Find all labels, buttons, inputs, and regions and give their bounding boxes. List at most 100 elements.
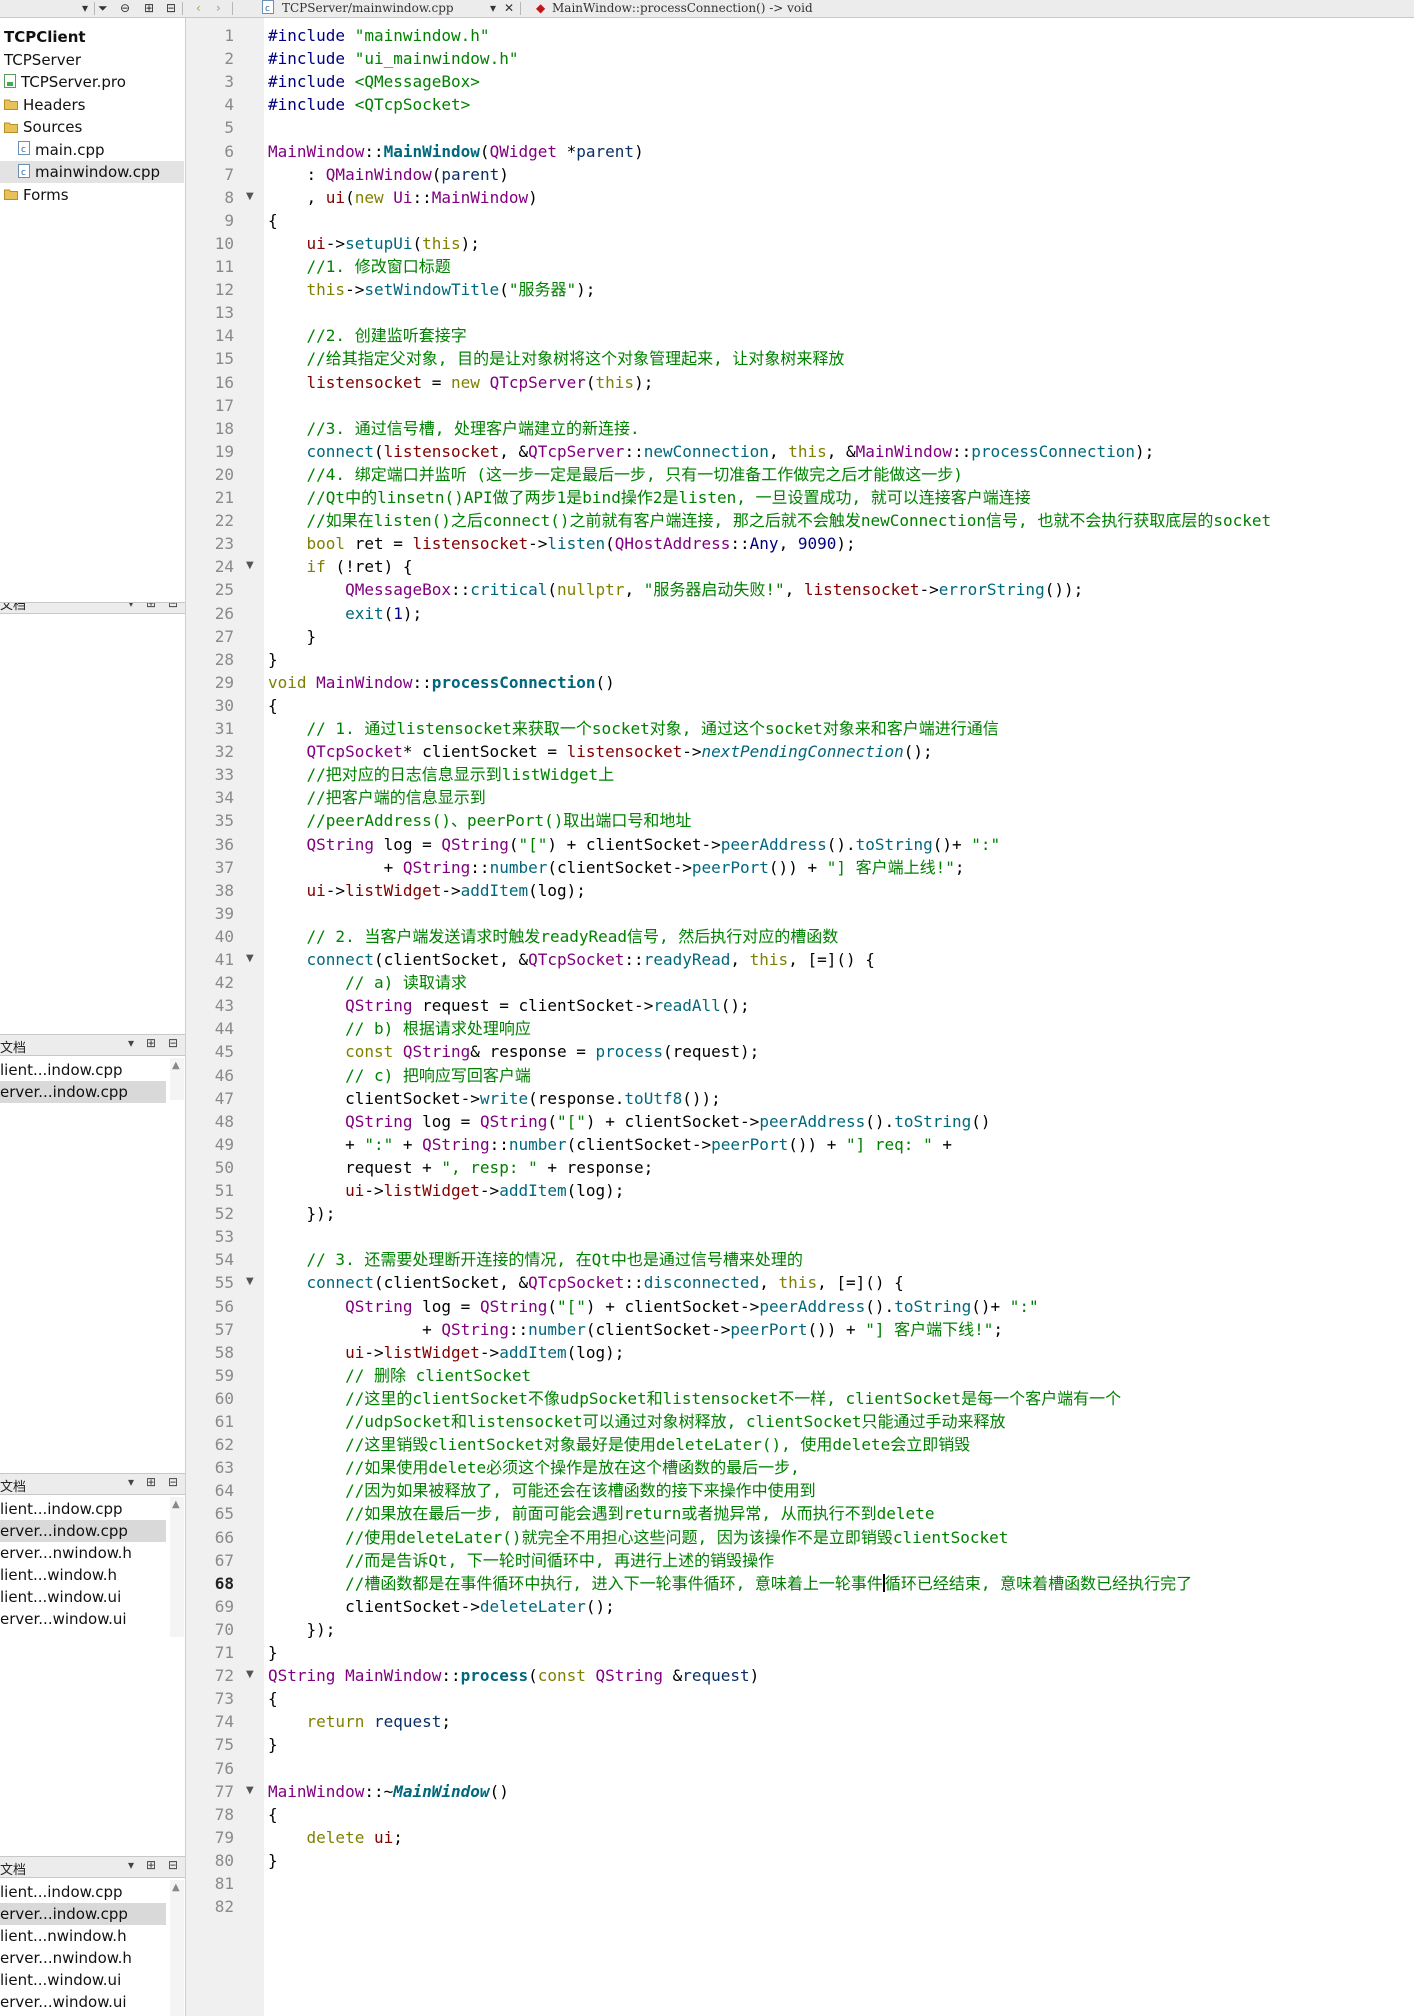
code-line[interactable]: //Qt中的linsetn()API做了两步1是bind操作2是listen, … [268, 486, 1031, 509]
code-line[interactable]: ui->listWidget->addItem(log); [268, 1341, 624, 1364]
fold-arrow-icon[interactable]: ▼ [246, 560, 254, 571]
fold-arrow-icon[interactable]: ▼ [246, 1276, 254, 1287]
code-line[interactable]: //1. 修改窗口标题 [268, 255, 451, 278]
tree-item[interactable]: c main.cpp [18, 139, 105, 161]
code-line[interactable]: QString request = clientSocket->readAll(… [268, 994, 750, 1017]
back-icon[interactable]: ‹ [196, 0, 201, 17]
scroll-up-icon[interactable]: ▲ [172, 1499, 180, 1510]
code-line[interactable]: MainWindow::~MainWindow() [268, 1780, 509, 1803]
code-line[interactable]: #include <QMessageBox> [268, 70, 480, 93]
open-document-item[interactable]: lient...indow.cpp [0, 1881, 166, 1903]
fold-arrow-icon[interactable]: ▼ [246, 1669, 254, 1680]
scrollbar[interactable] [170, 1880, 184, 2016]
code-line[interactable]: listensocket = new QTcpServer(this); [268, 371, 654, 394]
dropdown-arrow-icon[interactable]: ▾ [82, 0, 88, 17]
code-line[interactable]: { [268, 209, 278, 232]
code-line[interactable]: clientSocket->deleteLater(); [268, 1595, 615, 1618]
link-icon[interactable]: ⊖ [120, 0, 130, 17]
code-line[interactable]: //如果使用delete必须这个操作是放在这个槽函数的最后一步, [268, 1456, 800, 1479]
code-line[interactable]: } [268, 1849, 278, 1872]
tree-item[interactable]: Sources [4, 116, 82, 138]
code-line[interactable]: // a) 读取请求 [268, 971, 467, 994]
code-line[interactable]: //给其指定父对象, 目的是让对象树将这个对象管理起来, 让对象树来释放 [268, 347, 845, 370]
current-file-path[interactable]: TCPServer/mainwindow.cpp [282, 0, 454, 17]
code-line[interactable]: #include <QTcpSocket> [268, 93, 470, 116]
open-document-item[interactable]: lient...nwindow.h [0, 1925, 166, 1947]
split-icon[interactable]: ⊞ [146, 1475, 156, 1489]
fold-arrow-icon[interactable]: ▼ [246, 191, 254, 202]
code-line[interactable]: MainWindow::MainWindow(QWidget *parent) [268, 140, 644, 163]
code-line[interactable]: #include "mainwindow.h" [268, 24, 490, 47]
scroll-up-icon[interactable]: ▲ [172, 1882, 180, 1893]
code-line[interactable]: connect(clientSocket, &QTcpSocket::ready… [268, 948, 875, 971]
open-document-item[interactable]: erver...indow.cpp [0, 1081, 166, 1103]
close-file-icon[interactable]: ✕ [504, 0, 514, 17]
code-line[interactable]: //peerAddress()、peerPort()取出端口号和地址 [268, 809, 692, 832]
split-icon[interactable]: ⊞ [144, 0, 154, 17]
tree-item[interactable]: TCPClient [4, 26, 86, 48]
code-line[interactable]: //udpSocket和listensocket可以通过对象树释放, clien… [268, 1410, 1005, 1433]
code-line[interactable]: exit(1); [268, 602, 422, 625]
code-line[interactable]: //把客户端的信息显示到 [268, 786, 486, 809]
code-line[interactable]: } [268, 648, 278, 671]
code-line[interactable]: void MainWindow::processConnection() [268, 671, 615, 694]
code-line[interactable]: clientSocket->write(response.toUtf8()); [268, 1087, 721, 1110]
code-line[interactable]: //把对应的日志信息显示到listWidget上 [268, 763, 615, 786]
code-line[interactable]: ui->setupUi(this); [268, 232, 480, 255]
close-pane-icon[interactable]: ⊟ [168, 1858, 178, 1872]
close-pane-icon[interactable]: ⊟ [166, 0, 176, 17]
fold-arrow-icon[interactable]: ▼ [246, 953, 254, 964]
open-document-item[interactable]: lient...indow.cpp [0, 1498, 166, 1520]
code-line[interactable]: { [268, 694, 278, 717]
code-line[interactable]: ui->listWidget->addItem(log); [268, 879, 586, 902]
code-line[interactable]: { [268, 1803, 278, 1826]
code-line[interactable]: // 1. 通过listensocket来获取一个socket对象, 通过这个s… [268, 717, 999, 740]
scroll-up-icon[interactable]: ▲ [172, 1060, 180, 1071]
tree-item[interactable]: Forms [4, 184, 69, 206]
code-line[interactable]: connect(listensocket, &QTcpServer::newCo… [268, 440, 1155, 463]
code-line[interactable]: }); [268, 1618, 336, 1641]
open-document-item[interactable]: erver...window.ui [0, 1991, 166, 2013]
code-line[interactable]: // 2. 当客户端发送请求时触发readyRead信号, 然后执行对应的槽函数 [268, 925, 839, 948]
open-document-item[interactable]: lient...window.h [0, 1564, 166, 1586]
code-line[interactable]: QString MainWindow::process(const QStrin… [268, 1664, 759, 1687]
code-line[interactable]: return request; [268, 1710, 452, 1733]
code-line[interactable]: //使用deleteLater()就完全不用担心这些问题, 因为该操作不是立即销… [268, 1526, 1008, 1549]
open-document-item[interactable]: lient...window.ui [0, 1969, 166, 1991]
open-document-item[interactable]: erver...nwindow.h [0, 1947, 166, 1969]
fold-arrow-icon[interactable]: ▼ [246, 1785, 254, 1796]
code-line[interactable]: connect(clientSocket, &QTcpSocket::disco… [268, 1271, 904, 1294]
code-line[interactable]: } [268, 1641, 278, 1664]
dropdown-arrow-icon[interactable]: ▾ [128, 1475, 134, 1489]
tree-item[interactable]: TCPServer [4, 49, 81, 71]
code-line[interactable]: QTcpSocket* clientSocket = listensocket-… [268, 740, 933, 763]
forward-icon[interactable]: › [216, 0, 221, 17]
code-line[interactable]: } [268, 1733, 278, 1756]
tree-item[interactable]: c mainwindow.cpp [0, 161, 184, 183]
code-line[interactable]: //如果放在最后一步, 前面可能会遇到return或者抛异常, 从而执行不到de… [268, 1502, 934, 1525]
code-line[interactable]: // c) 把响应写回客户端 [268, 1064, 531, 1087]
code-line[interactable]: // 删除 clientSocket [268, 1364, 531, 1387]
code-line[interactable]: bool ret = listensocket->listen(QHostAdd… [268, 532, 856, 555]
code-line[interactable]: if (!ret) { [268, 555, 413, 578]
split-icon[interactable]: ⊞ [146, 603, 156, 610]
code-line[interactable]: //4. 绑定端口并监听 (这一步一定是最后一步, 只有一切准备工作做完之后才能… [268, 463, 963, 486]
close-pane-icon[interactable]: ⊟ [168, 1475, 178, 1489]
code-line[interactable]: }); [268, 1202, 336, 1225]
code-line[interactable]: //这里销毁clientSocket对象最好是使用deleteLater(), … [268, 1433, 970, 1456]
code-line[interactable]: QString log = QString("[") + clientSocke… [268, 1295, 1039, 1318]
code-line[interactable]: : QMainWindow(parent) [268, 163, 509, 186]
code-line[interactable]: //因为如果被释放了, 可能还会在该槽函数的接下来操作中使用到 [268, 1479, 816, 1502]
code-line[interactable]: //2. 创建监听套接字 [268, 324, 467, 347]
split-icon[interactable]: ⊞ [146, 1036, 156, 1050]
code-line[interactable]: ui->listWidget->addItem(log); [268, 1179, 624, 1202]
code-line[interactable]: //3. 通过信号槽, 处理客户端建立的新连接. [268, 417, 640, 440]
close-pane-icon[interactable]: ⊟ [168, 603, 178, 610]
code-line[interactable]: QMessageBox::critical(nullptr, "服务器启动失败!… [268, 578, 1083, 601]
code-line[interactable]: QString log = QString("[") + clientSocke… [268, 1110, 990, 1133]
code-line[interactable]: delete ui; [268, 1826, 403, 1849]
code-line[interactable]: #include "ui_mainwindow.h" [268, 47, 518, 70]
dropdown-arrow-icon[interactable]: ▾ [128, 603, 134, 610]
tree-item[interactable]: TCPServer.pro [4, 71, 126, 93]
code-line[interactable]: { [268, 1687, 278, 1710]
